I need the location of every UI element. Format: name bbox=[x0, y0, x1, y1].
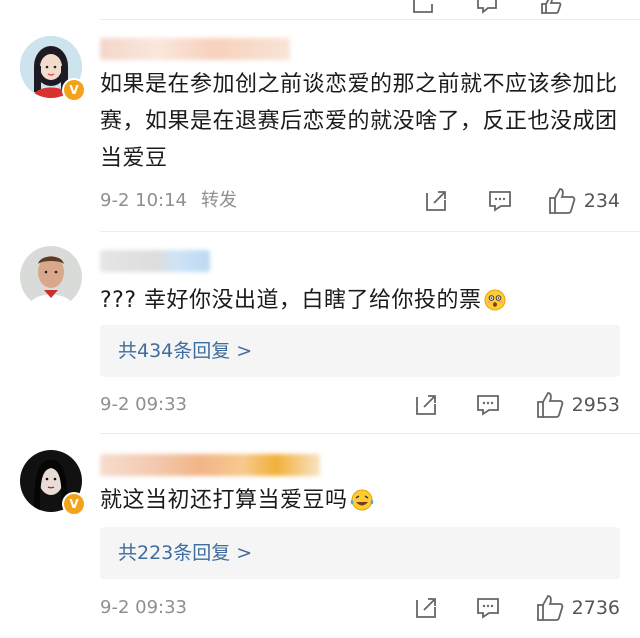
username-redacted[interactable] bbox=[100, 250, 210, 272]
username-redacted[interactable] bbox=[100, 38, 290, 60]
thumbs-up-icon[interactable] bbox=[536, 594, 564, 622]
comment-icon[interactable] bbox=[488, 189, 512, 213]
replies-box[interactable]: 共223条回复 > bbox=[100, 527, 620, 579]
avatar[interactable] bbox=[20, 246, 82, 308]
comment-text-body: 就这当初还打算当爱豆吗 bbox=[100, 488, 348, 513]
comment-meta: 9-2 09:33 2953 bbox=[100, 390, 620, 420]
divider bbox=[100, 19, 640, 20]
divider bbox=[100, 433, 640, 434]
previous-comment-actions bbox=[0, 0, 640, 20]
thumbs-up-icon[interactable] bbox=[540, 0, 562, 14]
comment-meta: 9-2 10:14 转发 234 bbox=[100, 186, 620, 216]
share-icon[interactable] bbox=[414, 596, 438, 620]
comment-text-body: ??? 幸好你没出道，白瞎了给你投的票 bbox=[100, 288, 482, 313]
laughing-tears-emoji-icon bbox=[350, 489, 373, 511]
timestamp: 9-2 10:14 bbox=[100, 190, 187, 211]
username-redacted[interactable] bbox=[100, 454, 320, 476]
comment-time: 9-2 10:14 转发 bbox=[100, 186, 237, 216]
like-count: 2953 bbox=[571, 394, 620, 416]
view-replies-link[interactable]: 共223条回复 > bbox=[118, 527, 252, 579]
flushed-emoji-icon bbox=[484, 289, 506, 311]
comment-icon[interactable] bbox=[476, 596, 500, 620]
comment-text: 就这当初还打算当爱豆吗 bbox=[100, 482, 620, 519]
thumbs-up-icon[interactable] bbox=[536, 391, 564, 419]
timestamp: 9-2 09:33 bbox=[100, 394, 187, 415]
verified-v-icon: V bbox=[62, 492, 86, 516]
replies-box[interactable]: 共434条回复 > bbox=[100, 325, 620, 377]
view-replies-link[interactable]: 共434条回复 > bbox=[118, 325, 252, 377]
timestamp: 9-2 09:33 bbox=[100, 597, 187, 618]
like-count: 2736 bbox=[571, 597, 620, 619]
verified-v-icon: V bbox=[62, 78, 86, 102]
share-icon[interactable] bbox=[424, 189, 448, 213]
avatar-image bbox=[20, 246, 82, 308]
like-count: 234 bbox=[583, 190, 620, 212]
forward-link[interactable]: 转发 bbox=[201, 190, 237, 211]
share-icon[interactable] bbox=[412, 0, 434, 14]
share-icon[interactable] bbox=[414, 393, 438, 417]
comment-text: ??? 幸好你没出道，白瞎了给你投的票 bbox=[100, 282, 620, 319]
divider bbox=[100, 231, 640, 232]
comment-meta: 9-2 09:33 2736 bbox=[100, 593, 620, 623]
thumbs-up-icon[interactable] bbox=[548, 187, 576, 215]
comment-icon[interactable] bbox=[476, 393, 500, 417]
comment-icon[interactable] bbox=[476, 0, 498, 14]
comment-text: 如果是在参加创之前谈恋爱的那之前就不应该参加比赛，如果是在退赛后恋爱的就没啥了，… bbox=[100, 72, 618, 171]
